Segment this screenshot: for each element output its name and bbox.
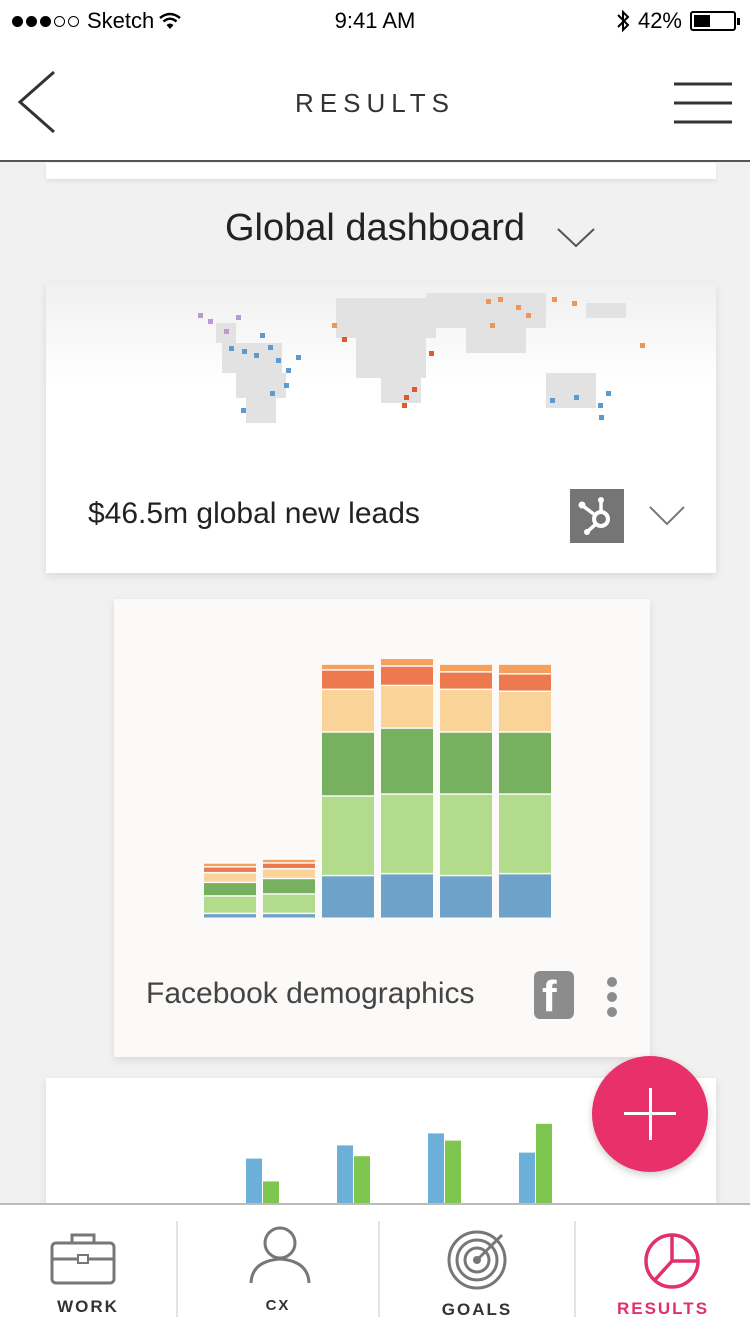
stacked-bar-segment xyxy=(322,732,374,796)
stacked-bar-segment xyxy=(322,664,374,670)
stacked-bar-segment xyxy=(499,874,551,918)
tab-label: RESULTS xyxy=(616,1299,710,1318)
menu-button[interactable] xyxy=(674,82,732,126)
grouped-bar xyxy=(354,1156,370,1203)
page-title: RESULTS xyxy=(295,88,455,118)
stacked-bar-segment xyxy=(440,794,492,875)
more-options-icon[interactable] xyxy=(602,977,622,1021)
hubspot-icon[interactable] xyxy=(570,489,624,543)
global-leads-label: $46.5m global new leads xyxy=(88,497,420,530)
target-icon xyxy=(447,1230,507,1290)
tab-label: GOALS xyxy=(441,1300,513,1319)
status-bar: Sketch 9:41 AM 42% xyxy=(0,0,750,42)
pie-chart-icon xyxy=(644,1233,700,1289)
battery-level xyxy=(694,15,710,27)
world-map xyxy=(46,283,716,453)
grouped-bar xyxy=(337,1145,353,1203)
grouped-bar xyxy=(536,1123,552,1203)
hubspot-logo-icon xyxy=(578,497,610,535)
stacked-bar-segment xyxy=(381,794,433,873)
stacked-bar-segment xyxy=(322,876,374,918)
stacked-bar-segment xyxy=(322,690,374,732)
stacked-bar-segment xyxy=(440,690,492,732)
stacked-bar-segment xyxy=(381,666,433,685)
hamburger-menu-icon xyxy=(674,82,732,124)
tab-bar: WORK CX GOALS RESULTS xyxy=(0,1203,750,1334)
stacked-bar-segment xyxy=(499,664,551,674)
stacked-bar-segment xyxy=(322,670,374,689)
stacked-bar-segment xyxy=(322,796,374,875)
tab-results[interactable]: RESULTS xyxy=(576,1205,750,1334)
stacked-bar-segment xyxy=(204,873,256,882)
global-leads-card[interactable]: $46.5m global new leads xyxy=(46,283,716,573)
facebook-demographics-chart xyxy=(204,659,551,918)
tab-cx[interactable]: CX xyxy=(178,1205,378,1334)
grouped-bar xyxy=(263,1181,279,1203)
stacked-bar-segment xyxy=(263,863,315,869)
stacked-bar-segment xyxy=(263,914,315,918)
tab-label: WORK xyxy=(57,1297,119,1316)
briefcase-icon xyxy=(50,1233,116,1285)
facebook-demographics-label: Facebook demographics xyxy=(146,977,475,1010)
bluetooth-icon xyxy=(617,9,630,33)
stacked-bar-segment xyxy=(204,896,256,913)
stacked-bar-segment xyxy=(263,879,315,894)
grouped-bar xyxy=(519,1152,535,1203)
stacked-bar-segment xyxy=(440,876,492,918)
grouped-bar xyxy=(246,1158,262,1203)
person-icon xyxy=(249,1226,311,1284)
nav-header: RESULTS xyxy=(0,42,750,162)
stacked-bar-segment xyxy=(381,659,433,666)
dashboard-title: Global dashboard xyxy=(225,207,525,249)
battery-icon xyxy=(690,11,740,31)
stacked-bar-segment xyxy=(499,692,551,732)
chevron-down-icon[interactable] xyxy=(556,227,596,249)
previous-card-edge xyxy=(46,163,716,179)
stacked-bar-segment xyxy=(263,859,315,863)
world-map-graphic xyxy=(198,293,645,423)
stacked-bar-segment xyxy=(381,874,433,918)
stacked-bar-segment xyxy=(204,867,256,872)
content-area[interactable]: Global dashboard $46.5m global new leads… xyxy=(0,163,750,1203)
grouped-bar xyxy=(428,1133,444,1203)
stacked-bar-segment xyxy=(381,728,433,794)
stacked-bar-segment xyxy=(499,794,551,873)
tab-work[interactable]: WORK xyxy=(0,1205,176,1334)
stacked-bar-segment xyxy=(440,732,492,794)
stacked-bar-segment xyxy=(499,732,551,794)
stacked-bar-segment xyxy=(499,674,551,691)
grouped-bar xyxy=(445,1140,461,1203)
stacked-bar-segment xyxy=(204,863,256,867)
stacked-bar-segment xyxy=(440,672,492,689)
tab-label: CX xyxy=(265,1297,291,1314)
stacked-bar-segment xyxy=(263,894,315,913)
stacked-bar-segment xyxy=(381,686,433,728)
facebook-demographics-card[interactable]: Facebook demographics f xyxy=(114,599,650,1057)
stacked-bar-segment xyxy=(440,664,492,672)
tab-goals[interactable]: GOALS xyxy=(380,1205,574,1334)
status-right: 42% xyxy=(616,8,740,34)
battery-percent: 42% xyxy=(637,8,682,33)
facebook-icon[interactable]: f xyxy=(534,971,574,1021)
chevron-down-icon[interactable] xyxy=(648,505,686,527)
stacked-bar-segment xyxy=(263,869,315,878)
stacked-bar-segment xyxy=(204,914,256,918)
add-button[interactable] xyxy=(592,1056,708,1172)
stacked-bar-segment xyxy=(204,883,256,896)
